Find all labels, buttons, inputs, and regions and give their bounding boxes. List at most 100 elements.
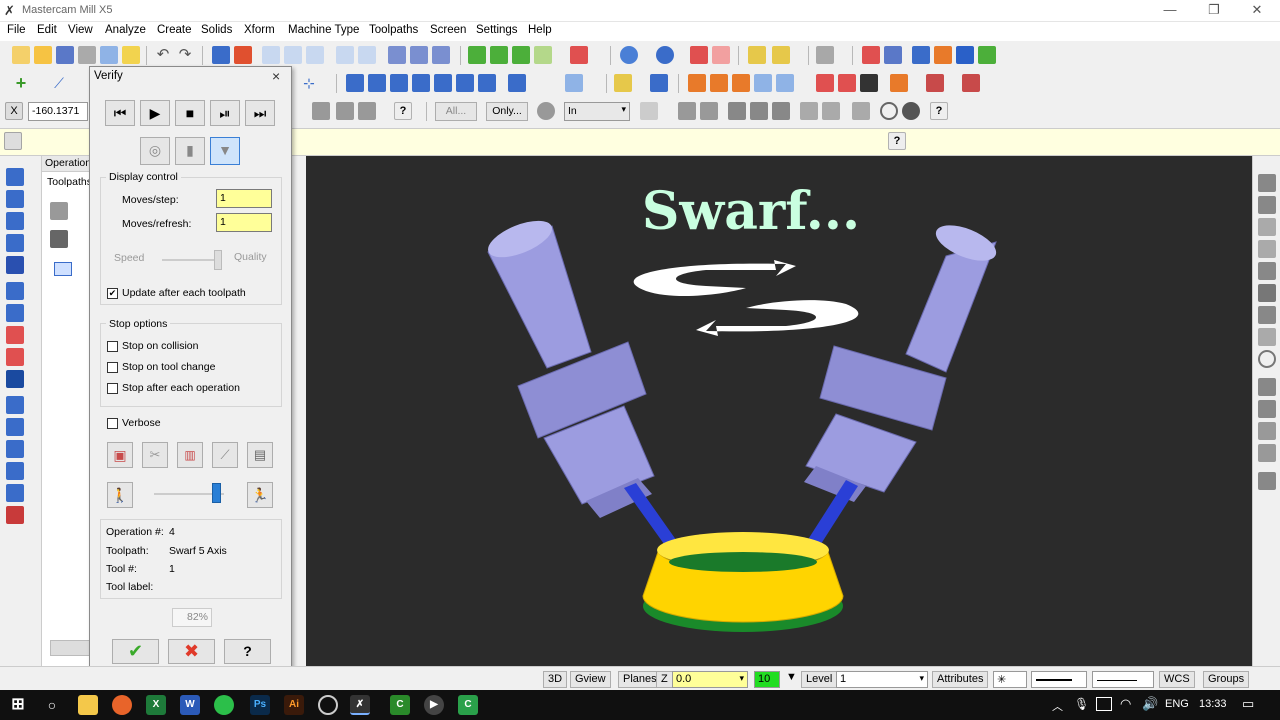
new-file-icon[interactable] <box>12 46 30 64</box>
surface-icon[interactable] <box>890 74 908 92</box>
select-chain-icon[interactable] <box>700 102 718 120</box>
tab-toolpaths[interactable]: Toolpaths <box>42 174 90 192</box>
media-player-icon[interactable]: ▶ <box>424 695 444 715</box>
autocursor-icon[interactable] <box>312 102 330 120</box>
fastpoint-icon[interactable] <box>336 102 354 120</box>
clock[interactable]: 13:33 <box>1199 698 1227 710</box>
fillet-icon[interactable] <box>6 256 24 274</box>
select-vertex-icon[interactable] <box>852 102 870 120</box>
gview-icon[interactable] <box>620 46 638 64</box>
speed-quality-slider[interactable] <box>214 250 222 270</box>
dialog-close-button[interactable]: × <box>272 68 280 84</box>
save-icon[interactable] <box>56 46 74 64</box>
lock-icon[interactable] <box>50 230 68 248</box>
select-mode-dropdown[interactable]: In ▾ <box>564 102 630 121</box>
fast-button[interactable]: 🏃 <box>247 482 273 508</box>
search-icon[interactable]: ○ <box>42 695 62 715</box>
extend-icon[interactable] <box>478 74 496 92</box>
break-many-icon[interactable] <box>456 74 474 92</box>
modify-icon[interactable] <box>412 74 430 92</box>
select-all-button[interactable]: All... <box>435 102 477 121</box>
menu-screen[interactable]: Screen <box>430 24 466 36</box>
volume-icon[interactable]: 🔊 <box>1142 696 1158 712</box>
restore-button[interactable]: ❐ <box>1205 2 1223 18</box>
pan-icon[interactable] <box>212 46 230 64</box>
side-view-icon[interactable] <box>534 46 552 64</box>
stop-tool-change-checkbox[interactable] <box>107 362 118 373</box>
rotate-icon[interactable] <box>754 74 772 92</box>
right-tool-12-icon[interactable] <box>1258 422 1276 440</box>
right-tool-5-icon[interactable] <box>1258 262 1276 280</box>
right-tool-8-icon[interactable] <box>1258 328 1276 346</box>
verbose-checkbox[interactable] <box>107 418 118 429</box>
line-icon[interactable]: ⟋ <box>50 74 68 92</box>
help-question-icon[interactable]: ? <box>394 102 412 120</box>
cube-view-icon[interactable] <box>570 46 588 64</box>
menu-help[interactable]: Help <box>528 24 552 36</box>
shade-icon[interactable] <box>656 46 674 64</box>
menu-settings[interactable]: Settings <box>476 24 518 36</box>
shell-icon[interactable] <box>6 304 24 322</box>
top-view-icon[interactable] <box>490 46 508 64</box>
minimize-button[interactable]: — <box>1161 2 1179 18</box>
right-tool-11-icon[interactable] <box>1258 400 1276 418</box>
relative-icon[interactable] <box>358 102 376 120</box>
windows-start-icon[interactable]: ⊞ <box>8 695 28 715</box>
stop-button[interactable]: ■ <box>175 100 205 126</box>
print-icon[interactable] <box>78 46 96 64</box>
surface-fillet-icon[interactable] <box>926 74 944 92</box>
3d-button[interactable]: 3D <box>543 671 568 688</box>
solid-revolve-icon[interactable] <box>838 74 856 92</box>
play-button[interactable]: ▶ <box>140 100 170 126</box>
ok-button[interactable]: ✔ <box>112 639 159 664</box>
close-button[interactable]: ✕ <box>1248 2 1266 18</box>
right-tool-14-icon[interactable] <box>1258 472 1276 490</box>
horizontal-scrollbar[interactable] <box>50 640 90 656</box>
line-width-dropdown[interactable] <box>1092 671 1154 688</box>
zoom-target-icon[interactable] <box>358 46 376 64</box>
verify-icon[interactable] <box>432 46 450 64</box>
revolve-icon[interactable] <box>6 190 24 208</box>
groups-button[interactable]: Groups <box>1203 671 1250 688</box>
machine-icon[interactable] <box>912 46 930 64</box>
z-label[interactable]: Z <box>656 671 673 688</box>
section-button[interactable]: ▣ <box>107 442 133 468</box>
level-dropdown[interactable]: 1 ▾ <box>836 671 928 688</box>
color-swatch[interactable]: 10 <box>754 671 780 688</box>
close-arc-icon[interactable] <box>434 74 452 92</box>
solid-icon[interactable] <box>690 46 708 64</box>
help-pointer-icon[interactable] <box>862 46 880 64</box>
tool-icon[interactable] <box>816 46 834 64</box>
excel-icon[interactable]: X <box>146 695 166 715</box>
right-tool-7-icon[interactable] <box>1258 306 1276 324</box>
lathe-icon[interactable] <box>956 46 974 64</box>
solid-manager-icon[interactable] <box>6 462 24 480</box>
file-explorer-icon[interactable] <box>78 695 98 715</box>
point-icon[interactable]: ⊹ <box>300 74 318 92</box>
word-icon[interactable]: W <box>180 695 200 715</box>
zoom-window-icon[interactable] <box>262 46 280 64</box>
coord-x-field[interactable]: -160.1371 <box>28 102 88 121</box>
right-tool-10-icon[interactable] <box>1258 378 1276 396</box>
router-icon[interactable] <box>978 46 996 64</box>
color-dropdown-icon[interactable]: ▼ <box>786 671 797 683</box>
offset-icon[interactable] <box>508 74 526 92</box>
coord-x-icon[interactable]: X <box>5 102 23 120</box>
toolpath-display-icon[interactable] <box>388 46 406 64</box>
fast-forward-button[interactable]: ⏭ <box>245 100 275 126</box>
layout-icon[interactable] <box>6 396 24 414</box>
measure-button[interactable]: ✂ <box>142 442 168 468</box>
level-label[interactable]: Level <box>801 671 838 688</box>
right-tool-9-icon[interactable] <box>1258 350 1276 368</box>
z-depth-input[interactable]: 0.0 ▾ <box>672 671 748 688</box>
obs-icon[interactable] <box>318 695 338 715</box>
loft-icon[interactable] <box>6 234 24 252</box>
surface-trim-icon[interactable] <box>962 74 980 92</box>
select-face-icon[interactable] <box>750 102 768 120</box>
chamfer-icon[interactable] <box>6 282 24 300</box>
menu-machine-type[interactable]: Machine Type <box>288 24 359 36</box>
photoshop-icon[interactable]: Ps <box>250 695 270 715</box>
analyze-icon[interactable] <box>748 46 766 64</box>
solid-box-icon[interactable] <box>860 74 878 92</box>
join-icon[interactable] <box>390 74 408 92</box>
